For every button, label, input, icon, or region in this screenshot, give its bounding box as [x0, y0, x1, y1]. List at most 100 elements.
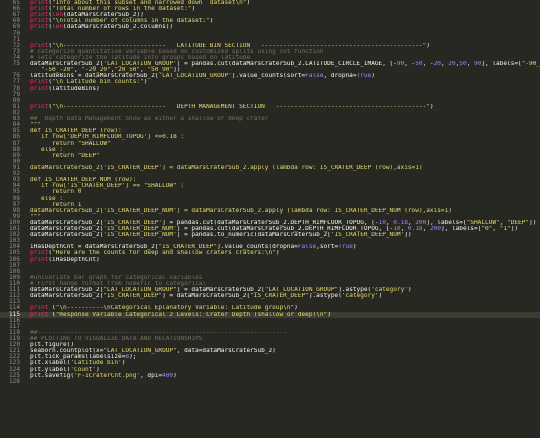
code-token: "SHALLOW": [466, 219, 500, 226]
code-token: print: [30, 256, 49, 263]
code-token: len: [52, 24, 64, 31]
code-token: "1": [499, 226, 511, 233]
line-number: 126: [8, 377, 20, 385]
code-token: False: [297, 244, 317, 251]
code-text: ## Depth Data Management Show as either …: [30, 116, 268, 122]
code-token: ]): [404, 232, 412, 239]
code-token: "\n Latitude bin counts:": [52, 79, 144, 86]
code-token: ] = pandas.cut(dataMarsCraterSub_2.DEPTH…: [176, 226, 394, 233]
code-token: seaborn.countplot(x=: [30, 348, 104, 355]
code-token: 20: [433, 61, 441, 68]
code-token: , dpi=: [140, 372, 163, 379]
code-token: (iHasDepthCnt): [48, 256, 100, 263]
code-token: "Info about this subset and narrowed dow…: [52, 0, 247, 6]
code-token: ] = dataMarsCraterSub_2[: [176, 287, 265, 294]
code-token: ], labels=[: [440, 226, 482, 233]
code-text: print("\n---------------------------- DE…: [30, 104, 434, 110]
code-token: ## Depth Data Management Show as either …: [30, 116, 269, 123]
code-token: print: [30, 6, 49, 13]
code-token: "0": [481, 226, 493, 233]
code-token: "-50_-20": [41, 67, 75, 74]
code-token: , dropna=: [323, 73, 357, 80]
code-token: 'IS_CRATER_DEEP_NUM': [103, 226, 177, 233]
code-token: dataMarsCraterSub_2[: [30, 232, 104, 239]
code-token: print: [30, 311, 49, 318]
code-token: print: [30, 24, 49, 31]
code-token: plt.figure(): [30, 342, 75, 349]
code-token: 'Count': [70, 366, 97, 373]
code-token: 20: [448, 61, 456, 68]
code-token: 200: [415, 219, 427, 226]
code-token: "LAT_LOCATION_GROUP": [264, 287, 339, 294]
code-token: 'LAT_LOCATION_GROUP': [103, 61, 177, 68]
code-token: "IS_CRATER_DEEP": [250, 293, 309, 300]
code-token: (dataMarsCraterSub_2)): [63, 12, 144, 19]
code-token: (: [48, 305, 56, 312]
code-token: ,: [422, 226, 430, 233]
code-token: 'F-1CraterCnt.png': [74, 372, 141, 379]
code-text: dataMarsCraterSub_2['IS_CRATER_DEEP_NUM'…: [30, 232, 412, 238]
code-token: 200: [429, 226, 441, 233]
code-token: 'LAT_LOCATION_GROUP': [158, 73, 232, 80]
code-token: , -: [404, 61, 416, 68]
code-token: iHasDepthCnt = dataMarsCraterSub_2[: [30, 244, 159, 251]
code-token: print: [30, 103, 49, 110]
code-text: dataMarsCraterSub_2["IS_CRATER_DEEP"] = …: [30, 293, 382, 299]
code-token: "\n---------------------------- DEPTH MA…: [52, 103, 430, 110]
code-token: """: [30, 122, 42, 129]
code-token: "\n---------------------------- LATITUDE…: [52, 42, 427, 49]
code-token: True: [338, 244, 353, 251]
code-token: print: [30, 12, 49, 19]
code-token: ## PLOTTING TO VISUALIZE DATA AND RELATI…: [30, 336, 203, 343]
code-line[interactable]: 126: [0, 377, 540, 385]
code-token: , data=dataMarsCraterSub_2): [176, 348, 276, 355]
code-token: ): [173, 372, 177, 379]
code-token: "-20_20": [81, 67, 111, 74]
code-token: ): [143, 79, 148, 86]
code-token: ].value_counts(dropna=: [217, 244, 298, 251]
code-editor[interactable]: 65 print("Info about this subset and narr…: [0, 0, 540, 438]
code-token: ].value_counts(sort=: [231, 73, 306, 80]
code-token: ): [371, 73, 375, 80]
code-token: ] = pandas.cut(dataMarsCraterSub_2.LATIT…: [176, 61, 397, 68]
code-token: ]): [529, 219, 537, 226]
code-token: #univariate bar graph for categorical va…: [30, 274, 203, 281]
code-token: ]): [173, 67, 181, 74]
code-token: ##--------------------------------------…: [30, 329, 287, 336]
code-token: ): [327, 311, 331, 318]
code-token: print: [30, 250, 49, 257]
code-token: 10: [378, 219, 386, 226]
code-token: ] = dataMarsCraterSub_2[: [162, 293, 251, 300]
code-token: ): [378, 293, 383, 300]
code-token: len: [52, 12, 64, 19]
code-token: "LAT_LOCATION_GROUP": [103, 348, 177, 355]
code-token: 'Latitude bin': [70, 360, 122, 367]
code-token: ].astype(: [308, 293, 342, 300]
code-token: 'IS_CRATER_DEEP_NUM': [103, 232, 177, 239]
code-text: print ("Response Variable Categorical 2 …: [30, 312, 331, 318]
code-token: plt.savefig(: [30, 372, 75, 379]
code-token: dataMarsCraterSub_2[: [30, 219, 104, 226]
code-token: ,: [400, 226, 408, 233]
code-token: ): [209, 18, 214, 25]
code-token: "Total number of rows in the dataset:": [52, 6, 192, 13]
code-token: # First hange format from numeric to cat…: [30, 281, 207, 288]
code-token: "Response Variable Categorical 2 Levels:…: [55, 311, 328, 318]
code-token: ], labels=[: [426, 219, 467, 226]
code-token: 50: [459, 61, 467, 68]
code-token: else :: [30, 195, 64, 202]
code-token: 'category': [371, 287, 408, 294]
code-token: ] = pandas.cut(dataMarsCraterSub_2.DEPTH…: [162, 219, 379, 226]
code-token: ,: [466, 61, 474, 68]
code-token: ): [191, 6, 196, 13]
code-token: print: [30, 79, 49, 86]
code-token: "20_50": [114, 67, 141, 74]
code-token: (: [48, 311, 56, 318]
code-token: def IS_CRATER_DEEP_NUM (row):: [30, 177, 137, 184]
code-token: """: [30, 213, 42, 220]
code-token: ): [121, 360, 126, 367]
code-token: "\nTotal number of columns in the datase…: [52, 18, 210, 25]
code-token: "DEEP": [507, 219, 530, 226]
code-token: 0.18: [407, 226, 423, 233]
code-token: (dataMarsCraterSub_2.columns)): [63, 24, 174, 31]
